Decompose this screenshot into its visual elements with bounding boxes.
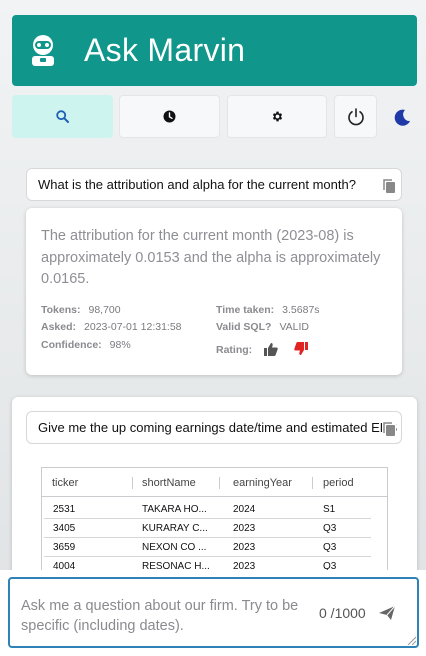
power-button[interactable] [334,95,377,138]
table-row[interactable]: 3405 KURARAY C... 2023 Q3 [44,519,371,538]
column-header[interactable]: earningYear [223,468,292,496]
app-header: Ask Marvin [12,15,417,86]
confidence-value: 98% [109,339,131,351]
table-cell: 3659 [53,542,76,553]
tokens-value: 98,700 [88,304,121,316]
history-tab-button[interactable] [119,95,220,138]
power-icon [347,107,364,125]
moon-icon[interactable] [392,107,412,127]
question-box[interactable]: Give me the up coming earnings date/time… [26,411,402,444]
table-cell: 2531 [53,504,76,515]
tokens-label: Tokens: [41,304,81,316]
column-header[interactable]: ticker [42,468,78,496]
chat-input-bar: Ask me a question about our firm. Try to… [0,570,426,656]
search-icon [56,110,69,123]
confidence-label: Confidence: [41,339,102,351]
resize-handle-icon[interactable] [406,635,416,645]
time-meta: Time taken: 3.5687s [216,304,320,316]
table-cell: Q3 [323,542,337,553]
table-cell: TAKARA HO... [142,504,207,515]
table-cell: S1 [323,504,336,515]
settings-tab-button[interactable] [227,95,327,138]
robot-icon [32,34,54,66]
question-text: What is the attribution and alpha for th… [38,177,356,192]
table-cell: KURARAY C... [142,523,208,534]
answer-card: The attribution for the current month (2… [26,208,402,375]
column-separator[interactable] [219,477,220,489]
rating-label: Rating: [216,344,253,356]
asked-meta: Asked: 2023-07-01 12:31:58 [41,321,182,333]
table-cell: 3405 [53,523,76,534]
sql-label: Valid SQL? [216,321,272,333]
results-table: ticker shortName earningYear period 2531… [41,467,388,577]
table-cell: Q3 [323,523,337,534]
input-placeholder: Ask me a question about our firm. Try to… [21,598,299,634]
time-value: 3.5687s [282,304,320,316]
app-title: Ask Marvin [84,32,246,68]
header-divider [42,496,387,497]
question-input[interactable]: Ask me a question about our firm. Try to… [8,577,419,648]
copy-icon[interactable] [382,178,396,194]
sql-value: VALID [279,321,310,333]
table-cell: 2023 [233,523,256,534]
answer-text: The attribution for the current month (2… [41,228,381,287]
send-icon[interactable] [378,604,396,622]
search-tab-button[interactable] [12,95,113,138]
column-header[interactable]: period [313,468,354,496]
table-cell: 2023 [233,542,256,553]
rating-meta: Rating: [216,344,260,356]
confidence-meta: Confidence: 98% [41,339,131,351]
time-label: Time taken: [216,304,275,316]
thumbs-up-icon[interactable] [264,342,278,356]
tokens-meta: Tokens: 98,700 [41,304,121,316]
copy-icon[interactable] [382,421,396,437]
asked-value: 2023-07-01 12:31:58 [84,321,182,333]
question-box[interactable]: What is the attribution and alpha for th… [26,168,402,201]
settings-icon [272,111,282,122]
asked-label: Asked: [41,321,77,333]
table-cell: NEXON CO ... [142,542,207,553]
sql-meta: Valid SQL? VALID [216,321,309,333]
question-text: Give me the up coming earnings date/time… [38,420,398,435]
history-icon [163,110,176,123]
thumbs-down-icon[interactable] [294,342,308,356]
table-row[interactable]: 2531 TAKARA HO... 2024 S1 [44,500,371,519]
char-counter: 0 /1000 [319,605,366,621]
column-header[interactable]: shortName [132,468,196,496]
table-row[interactable]: 3659 NEXON CO ... 2023 Q3 [44,538,371,557]
table-cell: 2024 [233,504,256,515]
